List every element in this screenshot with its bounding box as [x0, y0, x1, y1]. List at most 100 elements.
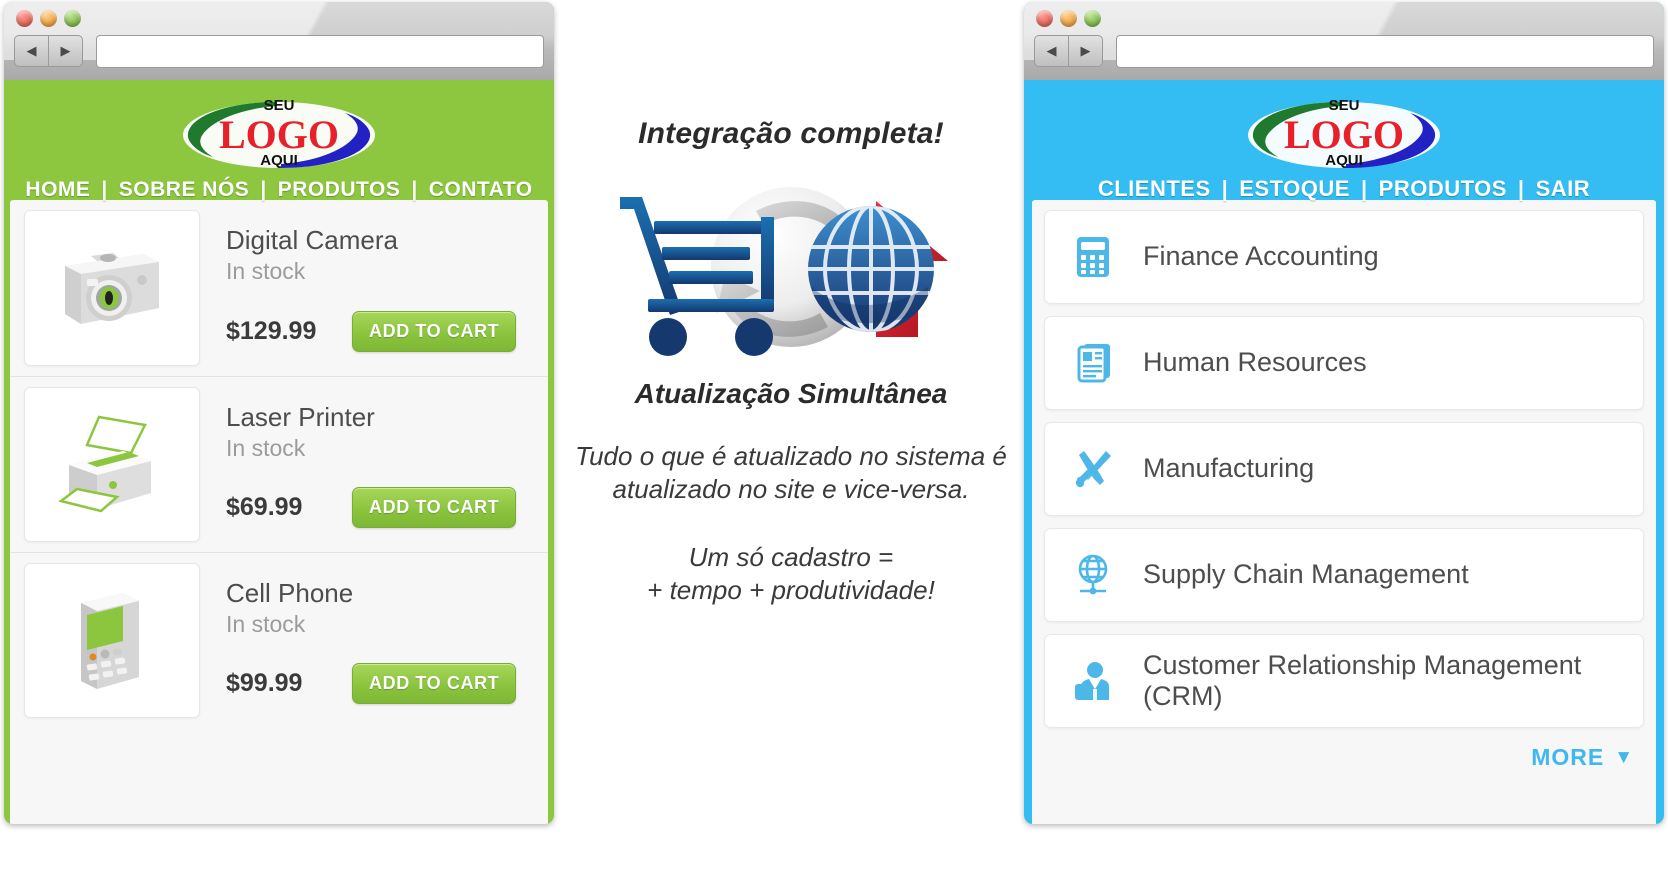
product-price: $129.99	[226, 317, 317, 345]
product-stock: In stock	[226, 435, 306, 462]
erp-module-human-resources[interactable]: Human Resources	[1044, 316, 1644, 410]
seu-logo-aqui-icon: SEU LOGO AQUI	[1248, 97, 1440, 169]
product-thumbnail	[24, 210, 200, 366]
back-arrow-icon[interactable]: ◀	[1035, 36, 1068, 66]
address-bar-input[interactable]	[96, 34, 544, 68]
cell-phone-icon	[81, 592, 139, 689]
digital-camera-icon	[65, 253, 159, 324]
forward-arrow-icon[interactable]: ▶	[1068, 36, 1102, 66]
erp-module-manufacturing[interactable]: Manufacturing	[1044, 422, 1644, 516]
product-price: $99.99	[226, 669, 303, 697]
nav-link-home[interactable]: HOME	[19, 178, 96, 202]
wrench-screwdriver-icon	[1075, 451, 1111, 488]
globe-network-icon	[1078, 554, 1108, 595]
nav-link-produtos[interactable]: PRODUTOS	[1373, 176, 1513, 202]
product-price: $69.99	[226, 493, 303, 521]
nav-buttons-right: ◀ ▶	[1034, 35, 1103, 67]
nav-buttons-left: ◀ ▶	[14, 35, 83, 67]
erp-module-supply-chain-management[interactable]: Supply Chain Management	[1044, 528, 1644, 622]
close-window-button[interactable]	[16, 10, 33, 27]
minimize-window-button[interactable]	[40, 10, 57, 27]
cart-sync-globe-icon	[620, 187, 948, 356]
documents-icon	[1065, 340, 1121, 386]
zoom-window-button[interactable]	[1084, 10, 1101, 27]
globe-network-icon	[1065, 552, 1121, 598]
storefront-header: SEU LOGO AQUI HOME | SOBRE NÓS | PRODUTO…	[4, 80, 554, 202]
product-thumbnail	[24, 563, 200, 718]
product-stock: In stock	[226, 258, 306, 285]
product-row[interactable]: Cell Phone In stock $99.99 ADD TO CART	[10, 552, 548, 728]
back-arrow-icon[interactable]: ◀	[15, 36, 48, 66]
add-to-cart-button[interactable]: ADD TO CART	[352, 487, 517, 528]
erp-module-crm[interactable]: Customer Relationship Management (CRM)	[1044, 634, 1644, 728]
storefront-nav: HOME | SOBRE NÓS | PRODUTOS | CONTATO	[4, 178, 554, 202]
integration-paragraph-2: Um só cadastro = + tempo + produtividade…	[566, 541, 1016, 608]
erp-module-label: Manufacturing	[1143, 453, 1315, 484]
site-logo: SEU LOGO AQUI	[159, 88, 399, 174]
browser-navbar-left: ◀ ▶	[14, 34, 544, 68]
nav-link-produtos[interactable]: PRODUTOS	[272, 178, 407, 202]
integration-paragraph-2-line-1: Um só cadastro =	[688, 541, 894, 572]
nav-link-contato[interactable]: CONTATO	[423, 178, 539, 202]
product-name: Digital Camera	[226, 225, 398, 255]
minimize-window-button[interactable]	[1060, 10, 1077, 27]
nav-separator: |	[1221, 176, 1229, 201]
product-info: Laser Printer In stock $69.99 ADD TO CAR…	[200, 387, 536, 542]
documents-icon	[1077, 344, 1110, 383]
integration-paragraph-1: Tudo o que é atualizado no sistema é atu…	[575, 441, 1007, 505]
laser-printer-icon	[58, 415, 151, 512]
seu-logo-aqui-icon: SEU LOGO AQUI	[183, 97, 375, 169]
browser-navbar-right: ◀ ▶	[1034, 34, 1654, 68]
wrench-screwdriver-icon	[1065, 446, 1121, 492]
product-thumbnail	[24, 387, 200, 542]
add-to-cart-button[interactable]: ADD TO CART	[352, 311, 517, 352]
product-info: Digital Camera In stock $129.99 ADD TO C…	[200, 210, 536, 366]
nav-link-sobre-nos[interactable]: SOBRE NÓS	[113, 178, 256, 202]
product-row[interactable]: Laser Printer In stock $69.99 ADD TO CAR…	[10, 376, 548, 552]
businessperson-icon	[1065, 658, 1121, 704]
storefront-browser-window: ◀ ▶ SEU LOGO AQUI HOME | SOBRE NÓS | PRO…	[4, 2, 554, 824]
center-message-column: Integração completa! Atualização Simultâ…	[566, 0, 1016, 876]
erp-module-finance-accounting[interactable]: Finance Accounting	[1044, 210, 1644, 304]
product-stock: In stock	[226, 611, 306, 638]
erp-nav: CLIENTES | ESTOQUE | PRODUTOS | SAIR	[1024, 176, 1664, 202]
nav-separator: |	[101, 178, 108, 201]
nav-link-clientes[interactable]: CLIENTES	[1092, 176, 1217, 202]
erp-module-label: Customer Relationship Management (CRM)	[1143, 649, 1582, 711]
more-link[interactable]: MORE ▼	[1531, 744, 1634, 771]
integration-paragraph-2-line-2: + tempo + produtividade!	[647, 574, 935, 605]
more-row: MORE ▼	[1044, 740, 1644, 771]
erp-module-label: Human Resources	[1143, 347, 1367, 378]
more-label: MORE	[1531, 744, 1605, 770]
integration-subtitle: Atualização Simultânea	[634, 378, 948, 409]
nav-separator: |	[1360, 176, 1368, 201]
browser-chrome-right: ◀ ▶	[1024, 2, 1664, 80]
integration-title: Integração completa!	[638, 117, 944, 150]
close-window-button[interactable]	[1036, 10, 1053, 27]
product-price-row: $129.99 ADD TO CART	[226, 311, 536, 366]
erp-header: SEU LOGO AQUI CLIENTES | ESTOQUE | PRODU…	[1024, 80, 1664, 202]
product-price-row: $69.99 ADD TO CART	[226, 487, 536, 542]
svg-text:LOGO: LOGO	[219, 112, 339, 157]
chevron-down-icon: ▼	[1614, 746, 1634, 768]
product-price-row: $99.99 ADD TO CART	[226, 663, 536, 718]
zoom-window-button[interactable]	[64, 10, 81, 27]
product-name: Laser Printer	[226, 402, 375, 432]
erp-module-label: Finance Accounting	[1143, 241, 1379, 272]
nav-separator: |	[260, 178, 267, 201]
address-bar-input[interactable]	[1116, 34, 1654, 68]
erp-module-label: Supply Chain Management	[1143, 559, 1469, 590]
nav-separator: |	[411, 178, 418, 201]
product-info: Cell Phone In stock $99.99 ADD TO CART	[200, 563, 536, 718]
nav-link-estoque[interactable]: ESTOQUE	[1233, 176, 1356, 202]
svg-text:AQUI: AQUI	[260, 152, 298, 169]
nav-separator: |	[1517, 176, 1525, 201]
traffic-lights-left	[16, 10, 81, 27]
browser-chrome-left: ◀ ▶	[4, 2, 554, 80]
site-logo: SEU LOGO AQUI	[1224, 88, 1464, 174]
product-row[interactable]: Digital Camera In stock $129.99 ADD TO C…	[10, 200, 548, 376]
add-to-cart-button[interactable]: ADD TO CART	[352, 663, 517, 704]
nav-link-sair[interactable]: SAIR	[1530, 176, 1597, 202]
calculator-icon	[1065, 234, 1121, 280]
forward-arrow-icon[interactable]: ▶	[48, 36, 82, 66]
